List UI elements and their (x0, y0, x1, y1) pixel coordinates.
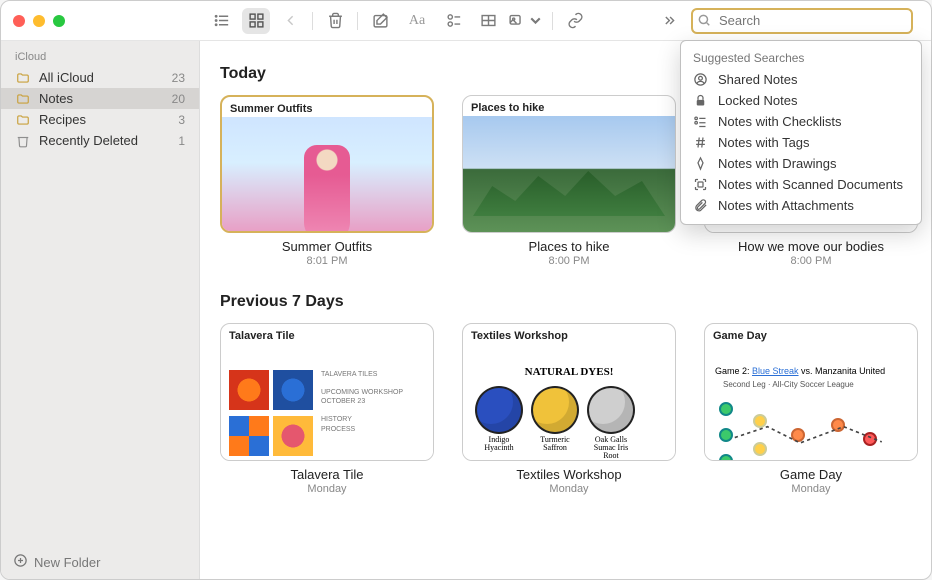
suggested-search-scanned[interactable]: Notes with Scanned Documents (681, 174, 921, 195)
delete-button[interactable] (321, 8, 349, 34)
note-name: Talavera Tile (220, 467, 434, 482)
new-note-button[interactable] (366, 8, 394, 34)
note-card[interactable]: Talavera Tile TALAVERA TILES UPCOMING WO… (220, 323, 434, 495)
checklist-icon (693, 114, 708, 129)
suggested-search-tags[interactable]: Notes with Tags (681, 132, 921, 153)
folder-icon (15, 113, 31, 127)
notes-window: Aa iCloud All iCloud 23 Notes (0, 0, 932, 580)
note-time: Monday (220, 483, 434, 495)
sidebar-item-recently-deleted[interactable]: Recently Deleted 1 (1, 130, 199, 151)
thumb-image: TALAVERA TILES UPCOMING WORKSHOP OCTOBER… (221, 344, 433, 460)
search-icon (697, 13, 711, 32)
note-name: How we move our bodies (704, 239, 918, 254)
note-name: Places to hike (462, 239, 676, 254)
back-button[interactable] (276, 8, 304, 34)
thumb-title: Summer Outfits (230, 103, 313, 115)
title-bar: Aa (1, 1, 931, 41)
format-button[interactable]: Aa (400, 8, 434, 34)
new-folder-button[interactable]: New Folder (1, 545, 199, 579)
thumb-title: Places to hike (471, 102, 544, 114)
sidebar-count: 23 (172, 71, 185, 85)
close-window-button[interactable] (13, 15, 25, 27)
suggested-search-drawings[interactable]: Notes with Drawings (681, 153, 921, 174)
checklist-button[interactable] (440, 8, 468, 34)
lock-icon (693, 93, 708, 108)
separator (312, 12, 313, 30)
prev7-grid: Talavera Tile TALAVERA TILES UPCOMING WO… (220, 323, 911, 495)
separator (552, 12, 553, 30)
search-container (691, 8, 913, 34)
plus-circle-icon (13, 553, 28, 571)
note-time: Monday (704, 483, 918, 495)
more-toolbar-button[interactable] (657, 8, 685, 34)
sidebar-item-label: Recipes (39, 112, 170, 127)
note-name: Game Day (704, 467, 918, 482)
paperclip-icon (693, 198, 708, 213)
sidebar-section-title: iCloud (1, 47, 199, 67)
sidebar-item-all-icloud[interactable]: All iCloud 23 (1, 67, 199, 88)
note-card[interactable]: Game Day Game 2: Blue Streak vs. Manzani… (704, 323, 918, 495)
minimize-window-button[interactable] (33, 15, 45, 27)
folder-icon (15, 71, 31, 85)
window-controls (1, 15, 200, 27)
thumb-body-text: TALAVERA TILES UPCOMING WORKSHOP OCTOBER… (321, 370, 427, 434)
sidebar-count: 3 (178, 113, 185, 127)
search-input[interactable] (691, 8, 913, 34)
zoom-window-button[interactable] (53, 15, 65, 27)
section-prev7-title: Previous 7 Days (220, 293, 911, 311)
separator (357, 12, 358, 30)
note-name: Textiles Workshop (462, 467, 676, 482)
sidebar-item-label: Recently Deleted (39, 133, 170, 148)
suggested-search-locked[interactable]: Locked Notes (681, 90, 921, 111)
sidebar-item-recipes[interactable]: Recipes 3 (1, 109, 199, 130)
link-button[interactable] (561, 8, 589, 34)
note-time: Monday (462, 483, 676, 495)
thumb-title: Game Day (713, 330, 767, 342)
sidebar-item-notes[interactable]: Notes 20 (1, 88, 199, 109)
gallery-view-button[interactable] (242, 8, 270, 34)
sidebar-item-label: All iCloud (39, 70, 164, 85)
folder-icon (15, 92, 31, 106)
note-thumb: Game Day Game 2: Blue Streak vs. Manzani… (704, 323, 918, 461)
thumb-title: Talavera Tile (229, 330, 295, 342)
popup-title: Suggested Searches (681, 47, 921, 69)
note-thumb: Places to hike (462, 95, 676, 233)
thumb-image (463, 116, 675, 232)
thumb-title: Textiles Workshop (471, 330, 568, 342)
toolbar: Aa (200, 8, 931, 34)
note-time: 8:00 PM (462, 255, 676, 267)
hash-icon (693, 135, 708, 150)
thumb-heading: NATURAL DYES! (525, 366, 614, 378)
sidebar: iCloud All iCloud 23 Notes 20 Recipes 3 … (1, 41, 200, 579)
trash-icon (15, 134, 31, 148)
suggested-searches-popup: Suggested Searches Shared Notes Locked N… (680, 40, 922, 225)
pencil-tip-icon (693, 156, 708, 171)
note-time: 8:00 PM (704, 255, 918, 267)
note-card[interactable]: Summer Outfits Summer Outfits 8:01 PM (220, 95, 434, 267)
thumb-image: Game 2: Blue Streak vs. Manzanita United… (705, 344, 917, 460)
note-thumb: Summer Outfits (220, 95, 434, 233)
note-time: 8:01 PM (220, 255, 434, 267)
thumb-image: NATURAL DYES! Indigo Hyacinth Turmeric S… (463, 344, 675, 460)
media-button[interactable] (508, 8, 544, 34)
table-button[interactable] (474, 8, 502, 34)
thumb-image (222, 117, 432, 231)
note-name: Summer Outfits (220, 239, 434, 254)
sidebar-count: 20 (172, 92, 185, 106)
suggested-search-checklists[interactable]: Notes with Checklists (681, 111, 921, 132)
note-card[interactable]: Places to hike Places to hike 8:00 PM (462, 95, 676, 267)
sidebar-item-label: Notes (39, 91, 164, 106)
suggested-search-shared[interactable]: Shared Notes (681, 69, 921, 90)
new-folder-label: New Folder (34, 555, 100, 570)
person-circle-icon (693, 72, 708, 87)
suggested-search-attachments[interactable]: Notes with Attachments (681, 195, 921, 216)
note-thumb: Talavera Tile TALAVERA TILES UPCOMING WO… (220, 323, 434, 461)
sidebar-count: 1 (178, 134, 185, 148)
note-card[interactable]: Textiles Workshop NATURAL DYES! Indigo H… (462, 323, 676, 495)
viewfinder-icon (693, 177, 708, 192)
note-thumb: Textiles Workshop NATURAL DYES! Indigo H… (462, 323, 676, 461)
list-view-button[interactable] (208, 8, 236, 34)
